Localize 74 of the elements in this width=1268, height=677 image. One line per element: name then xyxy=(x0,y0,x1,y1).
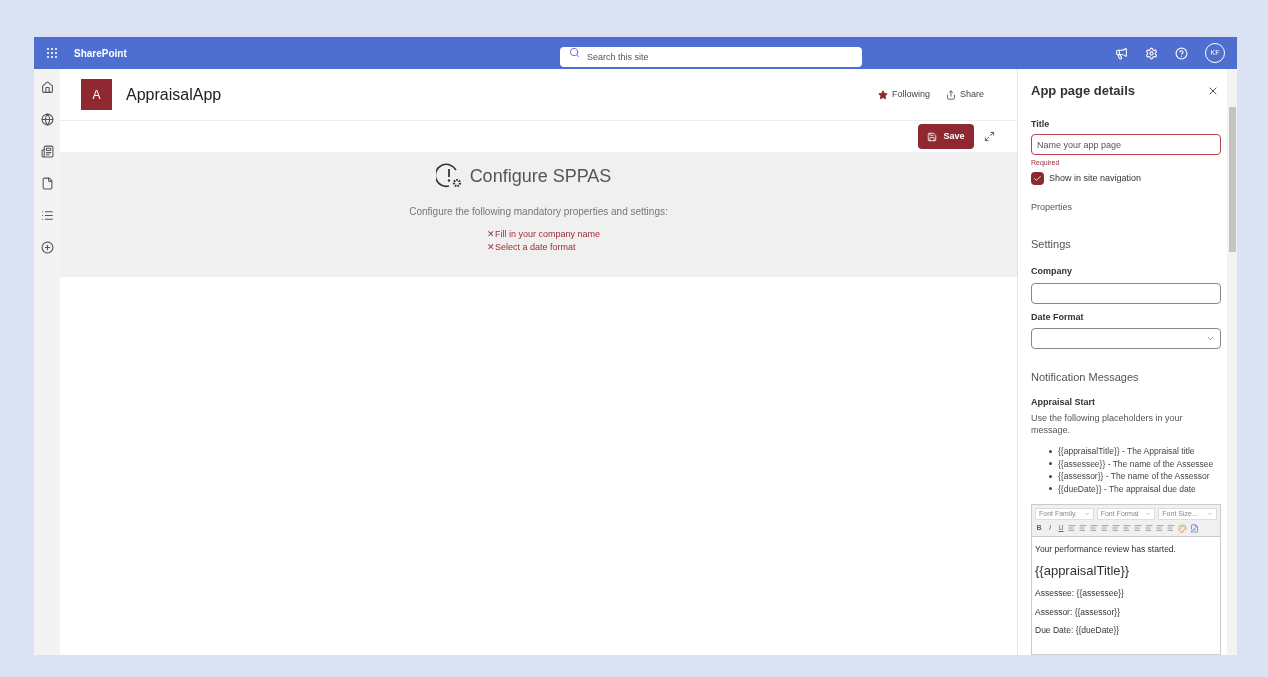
share-button[interactable]: Share xyxy=(945,87,984,102)
toolbar-icon[interactable] xyxy=(1145,524,1153,533)
toolbar-icon[interactable] xyxy=(1101,524,1109,533)
checkbox-label: Show in site navigation xyxy=(1049,171,1142,185)
chevron-icon xyxy=(1145,511,1152,517)
section-heading: Notification Messages xyxy=(1031,370,1140,385)
star-icon xyxy=(877,89,888,100)
notice-title: Configure SPPAS xyxy=(469,164,612,188)
toolbar-icon[interactable] xyxy=(1167,524,1175,533)
placeholder-item: {{assessee}} - The name of the Assessee xyxy=(1058,457,1214,470)
scrollbar[interactable] xyxy=(1227,69,1237,655)
brand-name[interactable]: SharePoint xyxy=(74,45,127,61)
placeholder-item: {{appraisalTitle}} - The Appraisal title xyxy=(1058,445,1195,458)
toolbar-icon[interactable] xyxy=(1112,524,1120,533)
toolbar-icon[interactable] xyxy=(1123,524,1131,533)
notice-text: Configure the following mandatory properties and settings: xyxy=(409,205,668,219)
list-icon[interactable] xyxy=(40,209,54,222)
search-field[interactable]: Search this site xyxy=(559,47,862,67)
toolbar-icon[interactable] xyxy=(1090,524,1098,533)
alert-gear-icon xyxy=(435,162,464,190)
placeholder-item: {{assessor}} - The name of the Assessor xyxy=(1058,470,1210,483)
following-button[interactable]: Following xyxy=(877,87,930,102)
error-mark: ✕ xyxy=(486,228,495,241)
share-icon xyxy=(945,89,956,100)
editor-paragraph: Assessor: {{assessor}} xyxy=(1035,605,1122,619)
globe-icon[interactable] xyxy=(40,113,54,126)
editor-paragraph: Assessee: {{assessee}} xyxy=(1035,586,1125,600)
home-icon[interactable] xyxy=(40,81,54,94)
section-heading: Settings xyxy=(1031,236,1072,252)
notice-item: Select a date format xyxy=(494,241,576,254)
chevron-icon xyxy=(1083,511,1090,517)
error-mark: ✕ xyxy=(486,241,495,254)
bullet-icon xyxy=(1049,474,1052,478)
add-icon[interactable] xyxy=(40,241,54,254)
checkbox[interactable] xyxy=(1031,171,1044,185)
section-link[interactable]: Properties xyxy=(1031,201,1221,215)
chevron-icon xyxy=(1207,511,1213,517)
editor-paragraph: Your performance review has started. xyxy=(1035,542,1177,556)
search-icon xyxy=(568,47,580,58)
help-icon[interactable] xyxy=(1175,46,1188,60)
toolbar-icon[interactable] xyxy=(1156,524,1164,533)
save-button[interactable]: Save xyxy=(918,124,974,149)
panel-title: App page details xyxy=(1031,82,1136,100)
site-title[interactable]: AppraisalApp xyxy=(126,82,222,107)
expand-icon[interactable] xyxy=(984,131,995,142)
field-label: Date Format xyxy=(1031,310,1085,324)
subheading: Appraisal Start xyxy=(1031,395,1097,409)
field-label: Company xyxy=(1031,265,1073,278)
field-label: Title xyxy=(1031,117,1051,131)
settings-icon[interactable] xyxy=(1145,46,1158,60)
toolbar-icon[interactable] xyxy=(1134,524,1142,533)
edit-icon[interactable] xyxy=(1190,523,1199,533)
bullet-icon xyxy=(1049,462,1052,466)
news-icon[interactable] xyxy=(40,145,54,158)
notice-item: Fill in your company name xyxy=(494,228,600,241)
save-icon xyxy=(927,131,938,142)
toolbar-icon[interactable] xyxy=(1079,524,1087,533)
help-text: Use the following placeholders in your message. xyxy=(1031,412,1184,436)
chevron-icon xyxy=(1206,334,1215,343)
toolbar-icon[interactable] xyxy=(1068,524,1076,533)
bullet-icon xyxy=(1049,449,1052,453)
file-icon[interactable] xyxy=(40,177,54,190)
megaphone-icon[interactable] xyxy=(1115,46,1128,60)
title-input[interactable]: Name your app page xyxy=(1031,134,1221,155)
bullet-icon xyxy=(1049,487,1052,491)
app-launcher-icon[interactable] xyxy=(46,47,58,59)
site-logo: A xyxy=(81,79,112,110)
company-input[interactable] xyxy=(1031,282,1221,304)
editor-paragraph: Due Date: {{dueDate}} xyxy=(1035,624,1121,637)
palette-icon[interactable] xyxy=(1178,523,1187,533)
editor-heading: {{appraisalTitle}} xyxy=(1035,562,1131,581)
check-icon xyxy=(1033,173,1042,183)
placeholder-item: {{dueDate}} - The appraisal due date xyxy=(1058,482,1196,495)
date-format-dropdown[interactable] xyxy=(1031,328,1221,349)
